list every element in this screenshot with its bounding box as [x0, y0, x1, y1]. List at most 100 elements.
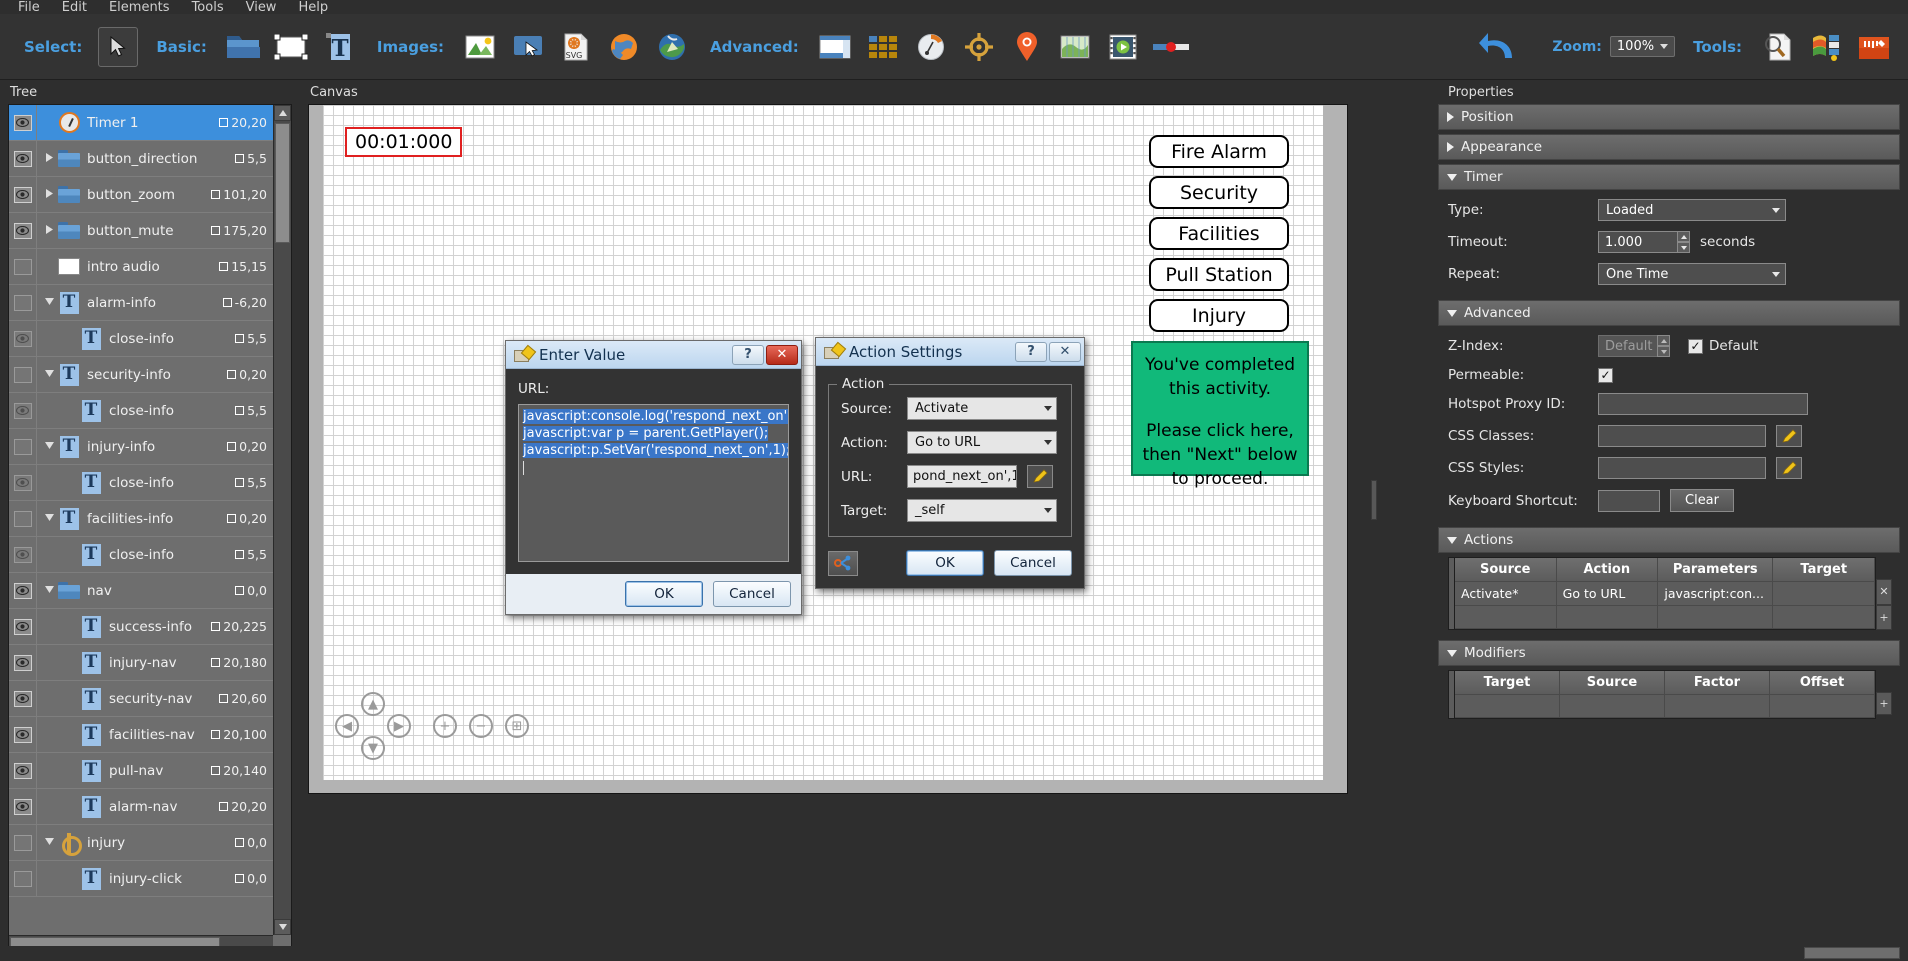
tree-row-success-info[interactable]: Tsuccess-info 20,225: [9, 609, 273, 645]
edit-url-pencil-icon[interactable]: [1027, 465, 1053, 488]
canvas-button-fire-alarm[interactable]: Fire Alarm: [1149, 135, 1289, 168]
eye-icon[interactable]: [13, 834, 32, 851]
tree-twisty-icon[interactable]: [41, 585, 57, 596]
grid-icon[interactable]: [863, 27, 903, 67]
marker-icon[interactable]: [1007, 27, 1047, 67]
eye-icon[interactable]: [13, 474, 32, 491]
eye-icon[interactable]: [13, 762, 32, 779]
tree-twisty-icon[interactable]: [41, 188, 57, 201]
visibility-toggle[interactable]: [9, 105, 37, 140]
input-css-classes[interactable]: [1598, 425, 1766, 447]
tree-row-injury-info[interactable]: Tinjury-info 0,20: [9, 429, 273, 465]
canvas-button-facilities[interactable]: Facilities: [1149, 217, 1289, 250]
tree-twisty-icon[interactable]: [41, 441, 57, 452]
tree-row-button-direction[interactable]: button_direction 5,5: [9, 141, 273, 177]
eye-icon[interactable]: [13, 546, 32, 563]
tree-row-injury[interactable]: injury 0,0: [9, 825, 273, 861]
eye-icon[interactable]: [13, 870, 32, 887]
action-settings-ok-button[interactable]: OK: [906, 550, 984, 576]
enter-value-dialog[interactable]: Enter Value ? ✕ URL: javascript:console.…: [505, 340, 802, 615]
tree-view[interactable]: Timer 1 20,20 button_direction 5,5 button_zo…: [8, 104, 292, 950]
eye-icon[interactable]: [13, 186, 32, 203]
tree-twisty-icon[interactable]: [41, 837, 57, 848]
zoom-select[interactable]: 100%: [1609, 36, 1676, 57]
zoom-fit-icon[interactable]: ⊞: [505, 714, 529, 738]
input-hotspot-proxy[interactable]: [1598, 393, 1808, 415]
checkbox-zindex-default[interactable]: ✓: [1688, 338, 1703, 354]
actions-table-row[interactable]: Activate* Go to URL javascript:con...: [1455, 582, 1875, 606]
tree-row-alarm-info[interactable]: Talarm-info -6,20: [9, 285, 273, 321]
tree-twisty-icon[interactable]: [41, 513, 57, 524]
timeout-stepper[interactable]: [1677, 231, 1690, 253]
section-header-timer[interactable]: Timer: [1438, 164, 1900, 190]
canvas-button-injury[interactable]: Injury: [1149, 299, 1289, 332]
tree-twisty-icon[interactable]: [41, 369, 57, 380]
tree-twisty-icon[interactable]: [41, 297, 57, 308]
menu-item-edit[interactable]: Edit: [62, 1, 87, 14]
eye-icon[interactable]: [13, 258, 32, 275]
edit-css-classes-pencil-icon[interactable]: [1776, 425, 1802, 447]
visibility-toggle[interactable]: [9, 681, 37, 716]
close-icon[interactable]: ✕: [766, 344, 798, 365]
tree-row-security-nav[interactable]: Tsecurity-nav 20,60: [9, 681, 273, 717]
eye-icon[interactable]: [13, 330, 32, 347]
tree-row-pull-nav[interactable]: Tpull-nav 20,140: [9, 753, 273, 789]
close-icon[interactable]: ✕: [1049, 341, 1081, 362]
help-button[interactable]: ?: [732, 344, 764, 365]
add-action-button[interactable]: +: [1876, 604, 1892, 630]
section-header-advanced[interactable]: Advanced: [1438, 300, 1900, 326]
eye-icon[interactable]: [13, 510, 32, 527]
modifiers-table[interactable]: Target Source Factor Offset: [1454, 670, 1876, 719]
video-icon[interactable]: [1103, 27, 1143, 67]
eye-icon[interactable]: [13, 618, 32, 635]
tree-row-close-info[interactable]: Tclose-info 5,5: [9, 465, 273, 501]
zoom-out-icon[interactable]: −: [469, 714, 493, 738]
visibility-toggle[interactable]: [9, 285, 37, 320]
eye-icon[interactable]: [13, 438, 32, 455]
scroll-down-icon[interactable]: [274, 919, 291, 935]
visibility-toggle[interactable]: [9, 357, 37, 392]
input-zindex[interactable]: Default: [1598, 335, 1658, 357]
tree-twisty-icon[interactable]: [41, 152, 57, 165]
section-header-actions[interactable]: Actions: [1438, 527, 1900, 553]
help-button[interactable]: ?: [1015, 341, 1047, 362]
chart-icon[interactable]: [1055, 27, 1095, 67]
cursor-arrow-icon[interactable]: [98, 26, 139, 67]
section-header-position[interactable]: Position: [1438, 104, 1900, 130]
menu-item-view[interactable]: View: [246, 1, 277, 14]
image-icon[interactable]: [460, 27, 500, 67]
actions-table-row-empty[interactable]: [1455, 606, 1875, 629]
input-keyboard-shortcut[interactable]: [1598, 489, 1660, 512]
visibility-toggle[interactable]: [9, 141, 37, 176]
eye-icon[interactable]: [13, 582, 32, 599]
timer-icon[interactable]: [911, 27, 951, 67]
select-timer-type[interactable]: Loaded: [1598, 199, 1786, 221]
eye-icon[interactable]: [13, 150, 32, 167]
select-repeat[interactable]: One Time: [1598, 263, 1786, 285]
enter-value-titlebar[interactable]: Enter Value ? ✕: [506, 341, 801, 369]
tree-row-alarm-nav[interactable]: Talarm-nav 20,20: [9, 789, 273, 825]
section-header-appearance[interactable]: Appearance: [1438, 134, 1900, 160]
action-settings-dialog[interactable]: Action Settings ? ✕ Action Source: Activ…: [815, 337, 1085, 589]
eye-icon[interactable]: [13, 366, 32, 383]
hotspot-icon[interactable]: [508, 27, 548, 67]
eye-icon[interactable]: [13, 798, 32, 815]
tree-twisty-icon[interactable]: [41, 224, 57, 237]
checkbox-permeable[interactable]: ✓: [1598, 367, 1613, 383]
eye-icon[interactable]: [13, 654, 32, 671]
globe-icon[interactable]: [604, 27, 644, 67]
eye-icon[interactable]: [13, 690, 32, 707]
compass-icon[interactable]: [959, 27, 999, 67]
visibility-toggle[interactable]: [9, 825, 37, 860]
tree-row-close-info[interactable]: Tclose-info 5,5: [9, 537, 273, 573]
eye-icon[interactable]: [13, 402, 32, 419]
canvas-button-pull-station[interactable]: Pull Station: [1149, 258, 1289, 291]
visibility-toggle[interactable]: [9, 465, 37, 500]
tree-row-close-info[interactable]: Tclose-info 5,5: [9, 393, 273, 429]
visibility-toggle[interactable]: [9, 393, 37, 428]
visibility-toggle[interactable]: [9, 717, 37, 752]
visibility-toggle[interactable]: [9, 429, 37, 464]
tree-row-button-mute[interactable]: button_mute 175,20: [9, 213, 273, 249]
tree-row-injury-nav[interactable]: Tinjury-nav 20,180: [9, 645, 273, 681]
scroll-up-icon[interactable]: [274, 105, 291, 121]
